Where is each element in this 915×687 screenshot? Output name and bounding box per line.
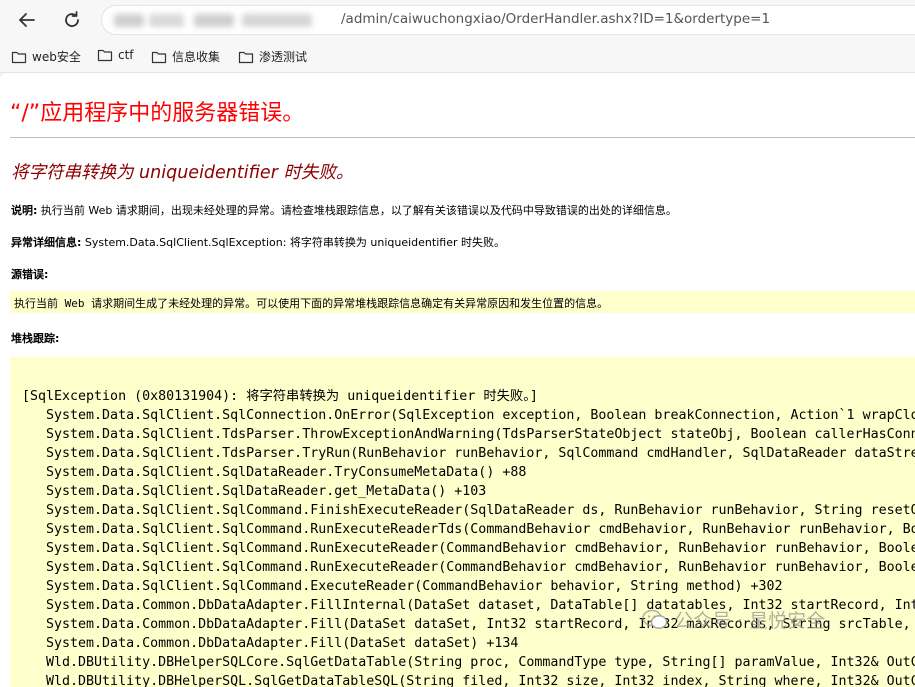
wechat-icon: [642, 609, 668, 629]
folder-icon: [238, 51, 254, 63]
browser-toolbar: /admin/caiwuchongxiao/OrderHandler.ashx?…: [0, 0, 915, 40]
folder-icon: [97, 49, 113, 62]
reload-icon: [65, 11, 79, 27]
stack-trace-heading: 堆栈跟踪:: [11, 330, 59, 346]
folder-icon: [11, 51, 27, 63]
bookmark-label: web安全: [32, 50, 81, 64]
stack-trace-line: System.Data.SqlClient.TdsParser.ThrowExc…: [22, 427, 915, 442]
stack-trace-label: 堆栈跟踪:: [11, 332, 60, 345]
error-subtitle: 将字符串转换为 uniqueidentifier 时失败。: [11, 163, 354, 183]
source-error-text: 执行当前 Web 请求期间生成了未经处理的异常。可以使用下面的异常堆栈跟踪信息确…: [14, 297, 609, 310]
bookmark-label: ctf: [118, 48, 134, 62]
error-title: “/”应用程序中的服务器错误。: [10, 101, 305, 126]
stack-trace-line: System.Data.Common.DbDataAdapter.Fill(Da…: [22, 636, 519, 651]
stack-trace-line: System.Data.SqlClient.SqlCommand.RunExec…: [22, 560, 915, 575]
redacted-host-block: [242, 14, 312, 27]
reload-button[interactable]: [58, 6, 86, 34]
stack-trace-line: System.Data.SqlClient.SqlDataReader.TryC…: [22, 465, 527, 480]
folder-icon: [151, 51, 167, 63]
redacted-host-block: [194, 14, 234, 27]
description-label: 说明:: [11, 204, 38, 217]
exception-label: 异常详细信息:: [11, 236, 82, 249]
stack-trace-line: System.Data.SqlClient.SqlConnection.OnEr…: [22, 408, 915, 423]
redacted-host-block: [114, 14, 144, 27]
stack-trace-line: Wld.DBUtility.DBHelperSQLCore.SqlGetData…: [22, 655, 915, 670]
source-error-label: 源错误:: [11, 268, 49, 281]
description-line: 说明: 执行当前 Web 请求期间，出现未经处理的异常。请检查堆栈跟踪信息，以了…: [11, 202, 677, 218]
back-button[interactable]: [13, 6, 41, 34]
stack-trace-line: System.Data.SqlClient.SqlDataReader.get_…: [22, 484, 487, 499]
url-path-text: /admin/caiwuchongxiao/OrderHandler.ashx?…: [341, 11, 771, 27]
bookmark-web-security[interactable]: web安全: [11, 48, 81, 65]
stack-trace-box: [SqlException (0x80131904): 将字符串转换为 uniq…: [10, 357, 915, 687]
stack-trace-line: System.Data.SqlClient.SqlCommand.RunExec…: [22, 522, 915, 537]
stack-trace-line: System.Data.SqlClient.TdsParser.TryRun(R…: [22, 446, 915, 461]
redacted-host-block: [149, 14, 184, 27]
stack-trace-line: System.Data.SqlClient.SqlCommand.Execute…: [22, 579, 783, 594]
back-arrow-icon: [19, 13, 35, 27]
exception-text: System.Data.SqlClient.SqlException: 将字符串…: [81, 236, 505, 249]
bookmark-pentest[interactable]: 渗透测试: [238, 48, 307, 65]
watermark-text: 公众号 · 星悦安全: [674, 610, 826, 632]
stack-trace-line: System.Data.SqlClient.SqlCommand.FinishE…: [22, 503, 915, 518]
title-divider: [10, 137, 915, 138]
bookmark-info-gathering[interactable]: 信息收集: [151, 48, 220, 65]
bookmarks-bar: web安全 ctf 信息收集 渗透测试: [0, 40, 915, 73]
stack-trace-line: Wld.DBUtility.DBHelperSQL.SqlGetDataTabl…: [22, 674, 915, 687]
stack-trace-text: [SqlException (0x80131904): 将字符串转换为 uniq…: [22, 387, 915, 687]
page-content: “/”应用程序中的服务器错误。 将字符串转换为 uniqueidentifier…: [0, 73, 915, 687]
watermark: 公众号 · 星悦安全: [642, 606, 825, 633]
exception-details-line: 异常详细信息: System.Data.SqlClient.SqlExcepti…: [11, 234, 505, 250]
stack-trace-line: System.Data.SqlClient.SqlCommand.RunExec…: [22, 541, 915, 556]
source-error-box: 执行当前 Web 请求期间生成了未经处理的异常。可以使用下面的异常堆栈跟踪信息确…: [10, 291, 915, 313]
address-bar[interactable]: /admin/caiwuchongxiao/OrderHandler.ashx?…: [101, 5, 915, 35]
description-text: 执行当前 Web 请求期间，出现未经处理的异常。请检查堆栈跟踪信息，以了解有关该…: [37, 204, 677, 217]
stack-trace-line: [SqlException (0x80131904): 将字符串转换为 uniq…: [22, 389, 538, 404]
source-error-heading: 源错误:: [11, 266, 48, 282]
bookmark-label: 渗透测试: [259, 50, 308, 64]
bookmark-label: 信息收集: [172, 50, 221, 64]
bookmark-ctf[interactable]: ctf: [97, 48, 134, 62]
